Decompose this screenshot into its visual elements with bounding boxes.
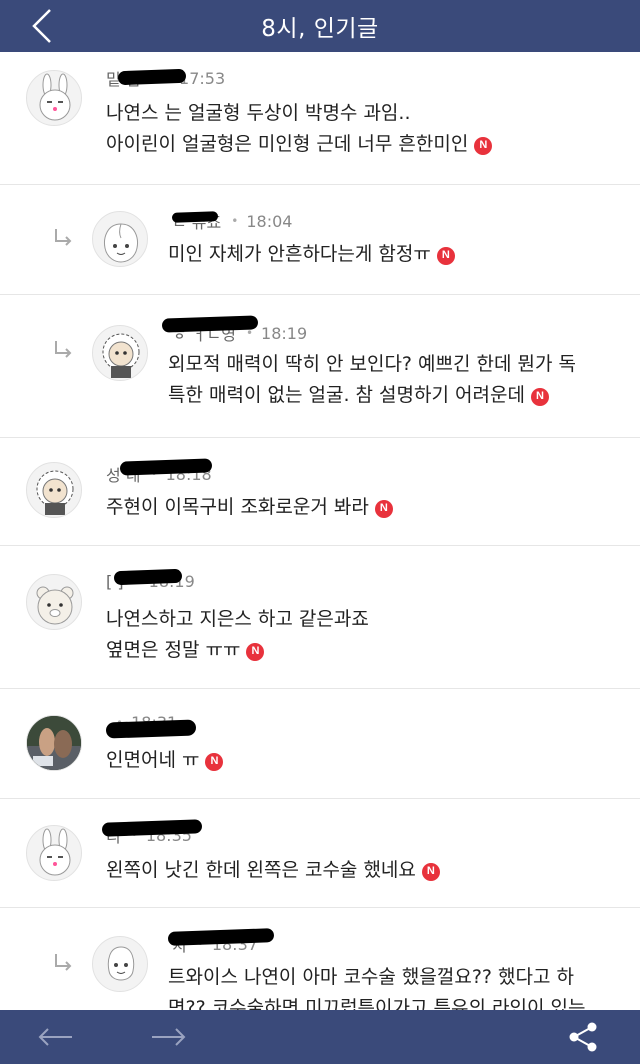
comment-author[interactable]: 치 [167, 928, 275, 956]
comment-line: 나연스하고 지은스 하고 같은과죠 [106, 608, 369, 630]
avatar[interactable] [92, 936, 148, 992]
redaction-mark [105, 718, 197, 739]
comment-line: 나연스 는 얼굴형 두상이 박명수 과임.. [106, 102, 411, 124]
comment-item: 성 네 • 18:18 주현이 이목구비 조화로운거 봐라 N [0, 438, 640, 546]
reply-arrow-icon [55, 954, 72, 971]
arrow-right-icon [152, 1028, 186, 1046]
comment-text: 나연스 는 얼굴형 두상이 박명수 과임.. 아이린이 얼굴형은 미인형 근데 … [106, 98, 493, 160]
new-badge: N [374, 499, 393, 518]
separator-dot: • [231, 214, 239, 228]
comment-line: 인면어네 ㅠ [106, 749, 200, 771]
comment-text: 왼쪽이 낫긴 한데 왼쪽은 코수술 했네요 N [106, 855, 440, 886]
frodo-avatar-icon [102, 333, 140, 378]
comment-item: 치 • 18:37 트와이스 나연이 아마 코수술 했을껄요?? 했다고 하 면… [0, 908, 640, 1010]
comment-line: 왼쪽이 낫긴 한데 왼쪽은 코수술 했네요 [106, 859, 416, 881]
comment-meta: 밑 님~ • 17:53 [106, 66, 225, 90]
rabbit-avatar-icon [39, 828, 71, 876]
new-badge: N [474, 136, 493, 155]
redaction-mark [161, 315, 259, 333]
photo-avatar-icon [27, 716, 81, 770]
comment-time: 18:19 [261, 323, 308, 343]
new-badge: N [421, 862, 440, 881]
comment-line: 외모적 매력이 딱히 안 보인다? 예쁘긴 한데 뭔가 독 [168, 353, 577, 375]
top-bar: 8시, 인기글 [0, 0, 640, 52]
share-icon [569, 1022, 597, 1052]
comment-text: 트와이스 나연이 아마 코수술 했을껄요?? 했다고 하 면?? 코수술하면 미… [168, 962, 585, 1010]
comment-item: 밑 님~ • 17:53 나연스 는 얼굴형 두상이 박명수 과임.. 아이린이… [0, 52, 640, 185]
comment-line: 특한 매력이 없는 얼굴. 참 설명하기 어려운데 [168, 384, 525, 406]
redaction-mark [171, 211, 219, 223]
frodo-avatar-icon [36, 470, 74, 515]
new-badge: N [205, 752, 224, 771]
rabbit-avatar-icon [39, 73, 71, 121]
share-button[interactable] [566, 1020, 600, 1054]
avatar[interactable] [26, 462, 82, 518]
next-button[interactable] [148, 1022, 188, 1052]
comment-author[interactable]: ㄴ 쥬죠 [171, 209, 221, 233]
back-button[interactable] [22, 6, 62, 46]
avatar[interactable] [26, 715, 82, 771]
reply-arrow-icon [55, 341, 72, 358]
comment-item: [ ] • 18:19 나연스하고 지은스 하고 같은과죠 옆면은 정말 ㅠㅠ N [0, 546, 640, 689]
avatar[interactable] [92, 325, 148, 381]
comment-line: 주현이 이목구비 조화로운거 봐라 [106, 496, 369, 518]
redaction-mark [113, 568, 183, 586]
comment-author[interactable]: ㅎ ㅓㄴ영 [161, 315, 259, 345]
comment-meta: 리 • 18:35 [101, 819, 203, 847]
comment-text: 주현이 이목구비 조화로운거 봐라 N [106, 492, 393, 523]
comment-text: 미인 자체가 안흔하다는게 함정ㅠ N [168, 239, 455, 270]
comment-time: 17:53 [179, 68, 226, 88]
comment-meta: [ ] • 18:19 [106, 568, 195, 591]
peach-avatar-icon [104, 223, 138, 263]
comment-item: 리 • 18:35 왼쪽이 낫긴 한데 왼쪽은 코수술 했네요 N [0, 799, 640, 908]
comment-line: 미인 자체가 안흔하다는게 함정ㅠ [168, 243, 431, 265]
comment-text: 외모적 매력이 딱히 안 보인다? 예쁘긴 한데 뭔가 독 특한 매력이 없는 … [168, 349, 576, 411]
comment-item: • 18:31 인면어네 ㅠ N [0, 689, 640, 799]
reply-arrow-icon [55, 229, 72, 246]
comment-author[interactable]: [ ] [106, 568, 183, 591]
comment-line: 옆면은 정말 ㅠㅠ [106, 639, 241, 661]
new-badge: N [246, 642, 265, 661]
muzi-avatar-icon [107, 946, 135, 981]
comment-line: 면?? 코수술하면 미끄럽틍이가고 특유의 라인이 있는 [168, 997, 586, 1010]
comment-item: ㄴ 쥬죠 • 18:04 미인 자체가 안흔하다는게 함정ㅠ N [0, 185, 640, 295]
avatar[interactable] [26, 70, 82, 126]
comment-meta: 치 • 18:37 [167, 928, 275, 956]
comment-meta: ㄴ 쥬죠 • 18:04 [171, 209, 293, 233]
comment-meta: • 18:31 [105, 713, 197, 739]
bottom-toolbar [0, 1010, 640, 1064]
avatar[interactable] [26, 574, 82, 630]
comment-line: 트와이스 나연이 아마 코수술 했을껄요?? 했다고 하 [168, 966, 575, 988]
new-badge: N [436, 246, 455, 265]
page-title: 8시, 인기글 [261, 16, 379, 42]
comment-text: 나연스하고 지은스 하고 같은과죠 옆면은 정말 ㅠㅠ N [106, 604, 369, 666]
comment-item: ㅎ ㅓㄴ영 • 18:19 외모적 매력이 딱히 안 보인다? 예쁘긴 한데 뭔… [0, 295, 640, 438]
comment-text: 인면어네 ㅠ N [106, 745, 224, 776]
prev-button[interactable] [36, 1022, 76, 1052]
new-badge: N [530, 387, 549, 406]
redaction-mark [167, 928, 275, 946]
chevron-left-icon [32, 9, 51, 43]
comment-time: 18:04 [246, 211, 293, 231]
ryan-avatar-icon [36, 586, 74, 625]
comment-list: 밑 님~ • 17:53 나연스 는 얼굴형 두상이 박명수 과임.. 아이린이… [0, 52, 640, 1010]
arrow-left-icon [38, 1028, 72, 1046]
comment-meta: 성 네 • 18:18 [106, 458, 213, 486]
comment-meta: ㅎ ㅓㄴ영 • 18:19 [161, 315, 308, 345]
redaction-mark [117, 68, 187, 86]
comment-author[interactable]: 성 네 [106, 458, 213, 486]
avatar[interactable] [92, 211, 148, 267]
comment-author[interactable]: 밑 님~ [106, 66, 187, 90]
avatar[interactable] [26, 825, 82, 881]
comment-author[interactable]: 리 [101, 819, 203, 847]
comment-line: 아이린이 얼굴형은 미인형 근데 너무 흔한미인 [106, 133, 469, 155]
